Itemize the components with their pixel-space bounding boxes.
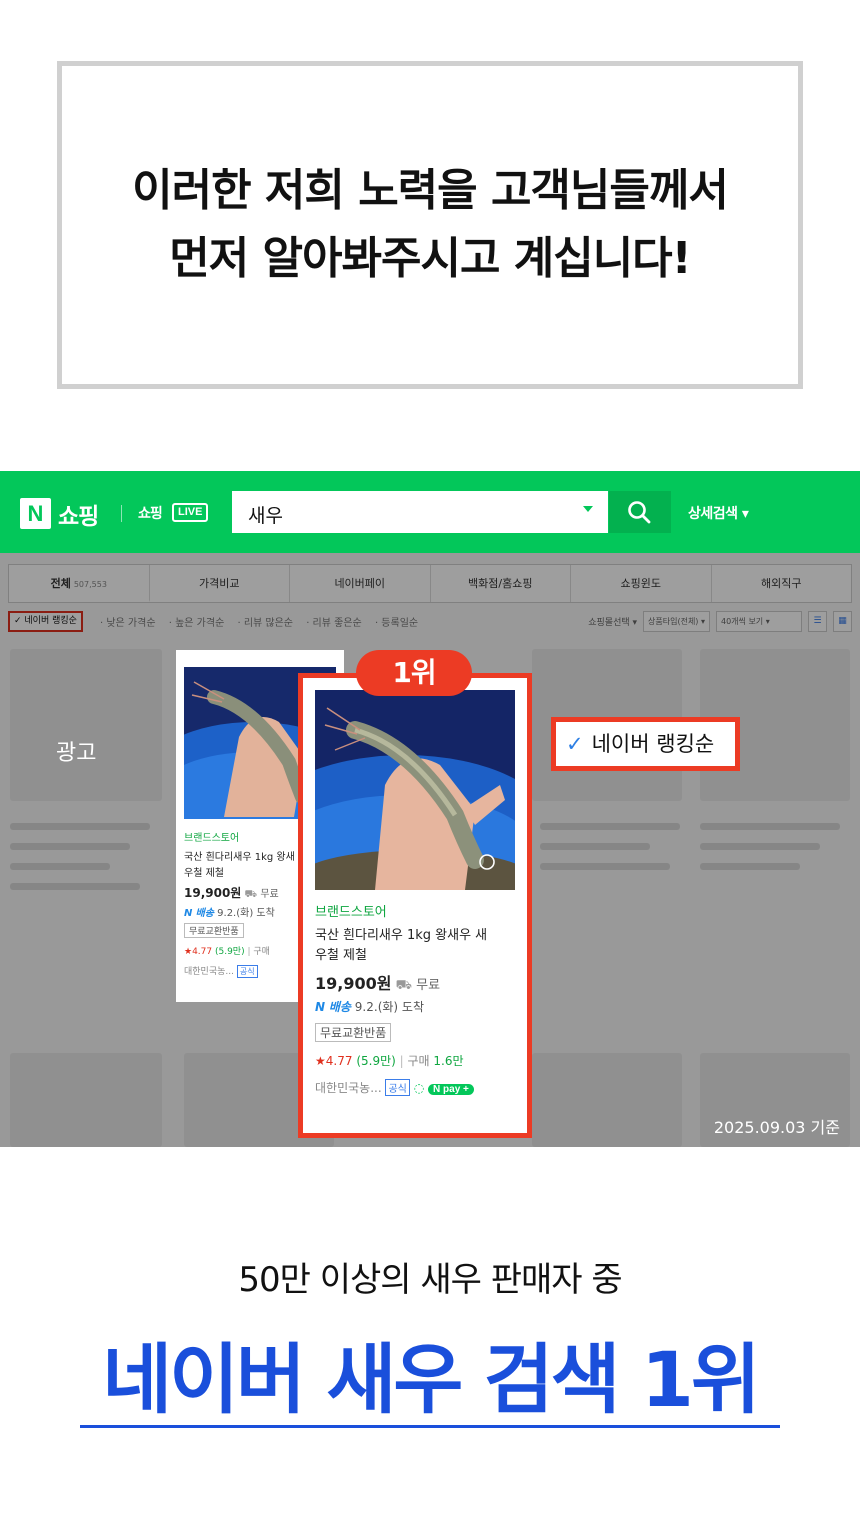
purchase-label: 구매	[253, 947, 270, 957]
seller-name[interactable]: 대한민국농...	[184, 967, 234, 977]
main-title: 네이버 새우 검색 1위	[102, 1335, 761, 1424]
ad-label: 광고	[56, 741, 97, 766]
naver-logo[interactable]: N	[20, 498, 51, 529]
product-name-line-2[interactable]: 우철 제철	[184, 864, 224, 879]
tag-row: 무료교환반품	[184, 923, 244, 938]
price: 19,900원	[315, 974, 392, 993]
free-return-tag: 무료교환반품	[315, 1023, 392, 1042]
naver-shopping-screenshot: N 쇼핑 쇼핑 LIVE 새우 상세검색 ▾ 전체 507,553 가격비교 네이…	[0, 471, 860, 1147]
rating-row: ★4.77 (5.9만) | 구매 1.6만	[315, 1054, 464, 1068]
official-badge: 공식	[385, 1079, 410, 1096]
seller-row: 대한민국농... 공식	[184, 964, 258, 978]
purchase-count: 1.6만	[433, 1054, 464, 1068]
shopping-live-label[interactable]: 쇼핑	[138, 503, 163, 523]
header-divider	[121, 505, 122, 522]
product-name-line-1[interactable]: 국산 흰다리새우 1kg 왕새우 새	[315, 924, 487, 943]
official-badge: 공식	[236, 965, 258, 978]
free-return-tag: 무료교환반품	[184, 923, 244, 938]
date-note: 2025.09.03 기준	[713, 1118, 840, 1137]
check-icon: ✓	[566, 732, 584, 756]
search-input[interactable]: 새우	[232, 491, 608, 533]
headline-box: 이러한 저희 노력을 고객님들께서 먼저 알아봐주시고 계십니다!	[57, 61, 803, 389]
seller-name[interactable]: 대한민국농...	[315, 1081, 382, 1095]
truck-icon: ⛟	[244, 889, 258, 900]
ranking-callout: ✓ 네이버 랭킹순	[551, 717, 740, 771]
rank-badge: 1위	[356, 650, 472, 696]
shipping-fee: 무료	[260, 889, 279, 900]
purchase-label: 구매	[407, 1054, 430, 1068]
title-underline	[80, 1425, 780, 1428]
delivery-date: 9.2.(화) 도착	[354, 1000, 424, 1014]
search-value: 새우	[248, 505, 283, 527]
store-label: 브랜드스토어	[315, 905, 387, 920]
review-count[interactable]: (5.9만)	[215, 947, 245, 957]
delivery-row: N 배송 9.2.(화) 도착	[315, 998, 424, 1015]
product-name-line-2[interactable]: 우철 제철	[315, 944, 367, 963]
search-button[interactable]	[609, 491, 671, 533]
product-name-line-1[interactable]: 국산 흰다리새우 1kg 왕새	[184, 848, 295, 863]
rating: ★4.77	[315, 1054, 353, 1068]
shrimp-product-image[interactable]	[315, 690, 515, 890]
price: 19,900원	[184, 886, 242, 900]
subtitle: 50만 이상의 새우 판매자 중	[238, 1260, 622, 1300]
delivery-date: 9.2.(화) 도착	[217, 908, 275, 919]
tag-row: 무료교환반품	[315, 1023, 392, 1042]
detail-search-button[interactable]: 상세검색 ▾	[688, 503, 749, 523]
rating-row: ★4.77 (5.9만) | 구매	[184, 947, 270, 957]
npay-badge: N pay +	[428, 1084, 474, 1095]
price-row: 19,900원 ⛟ 무료	[315, 970, 440, 995]
price-row: 19,900원 ⛟ 무료	[184, 884, 279, 902]
seller-row: 대한민국농... 공식 ◌ N pay +	[315, 1079, 474, 1096]
highlighted-product-card[interactable]: 브랜드스토어 국산 흰다리새우 1kg 왕새우 새 우철 제철 19,900원 …	[298, 673, 532, 1138]
delivery-brand: 배송	[195, 908, 214, 919]
autocomplete-caret-icon[interactable]	[583, 506, 593, 512]
n-delivery-icon: N	[315, 1000, 326, 1014]
delivery-brand: 배송	[328, 1000, 351, 1014]
headline-line-2: 먼저 알아봐주시고 계십니다!	[169, 233, 691, 284]
shipping-fee: 무료	[416, 978, 441, 993]
talk-icon[interactable]: ◌	[414, 1081, 424, 1095]
truck-icon: ⛟	[395, 978, 412, 993]
delivery-row: N 배송 9.2.(화) 도착	[184, 904, 275, 919]
naver-header: N 쇼핑 쇼핑 LIVE 새우 상세검색 ▾	[0, 471, 860, 553]
shopping-title[interactable]: 쇼핑	[58, 497, 99, 531]
search-icon	[628, 501, 651, 524]
rating: ★4.77	[184, 947, 213, 957]
n-delivery-icon: N	[184, 908, 193, 919]
store-label: 브랜드스토어	[184, 833, 240, 844]
callout-label: 네이버 랭킹순	[591, 732, 715, 756]
headline-line-1: 이러한 저희 노력을 고객님들께서	[132, 165, 729, 216]
review-count[interactable]: (5.9만)	[356, 1054, 396, 1068]
live-badge[interactable]: LIVE	[172, 503, 209, 522]
